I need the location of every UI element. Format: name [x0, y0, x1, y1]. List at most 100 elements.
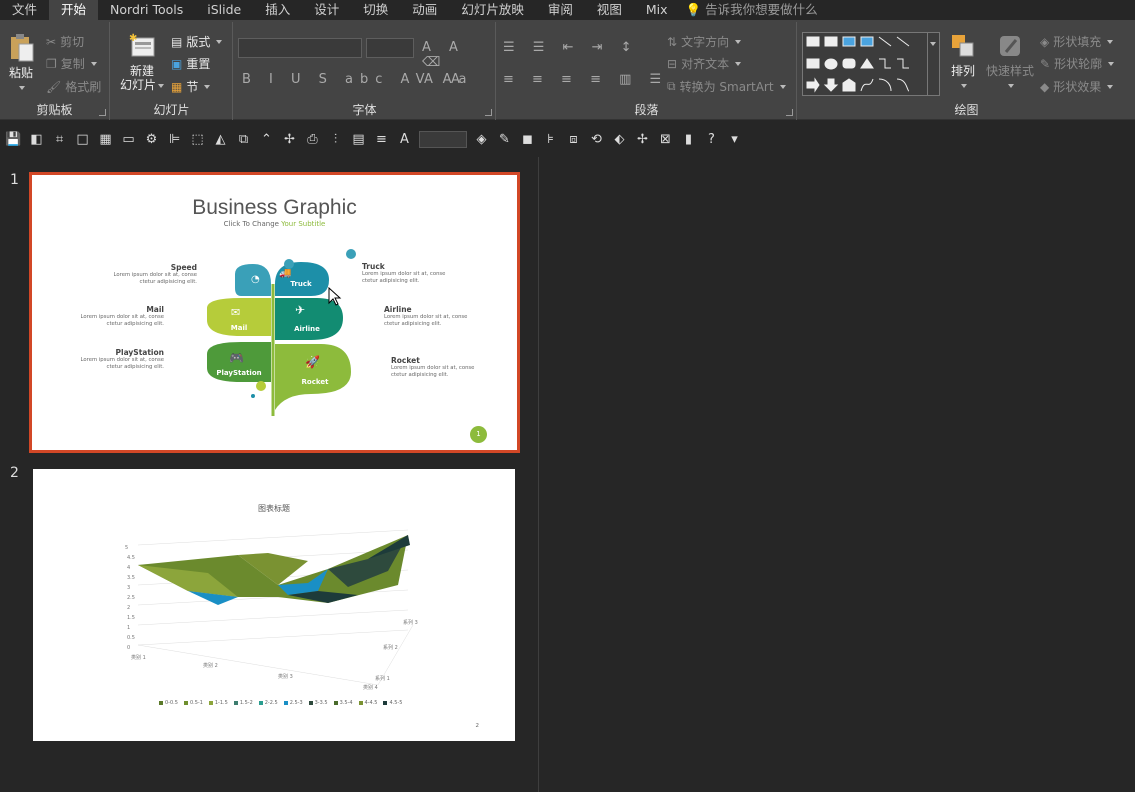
blank-shape-icon[interactable]: □ [74, 131, 91, 148]
smartart-label: 转换为 SmartArt [679, 80, 774, 94]
svg-text:✉: ✉ [231, 306, 240, 319]
cut-label: 剪切 [60, 35, 85, 49]
legend-entry: 0-0.5 [159, 700, 178, 706]
text-direction-button[interactable]: ⇅ 文字方向 [667, 33, 742, 50]
tab-5[interactable]: 设计 [302, 0, 351, 20]
shape-triangle-icon[interactable]: ◭ [212, 131, 229, 148]
cross-icon[interactable]: ✢ [281, 131, 298, 148]
leaf-label-airline: Airline [294, 325, 320, 333]
tab-11[interactable]: Mix [634, 0, 680, 20]
slide-page-number: 1 [470, 426, 487, 443]
align-text-label: 对齐文本 [681, 57, 730, 71]
formula-icon[interactable]: ⊠ [657, 131, 674, 148]
align-objects-icon[interactable]: ⊧ [542, 131, 559, 148]
tab-10[interactable]: 视图 [585, 0, 634, 20]
rotate-icon[interactable]: ⟲ [588, 131, 605, 148]
slides-group-label: 幻灯片 [153, 103, 190, 117]
reset-button[interactable]: ▣ 重置 [171, 55, 210, 72]
legend-entry: 1-1.5 [208, 700, 228, 706]
new-slide-icon: ✱ [129, 33, 155, 57]
text-box-icon[interactable]: ▭ [120, 131, 137, 148]
text-frame-icon[interactable]: ▤ [350, 131, 367, 148]
paragraph-launcher[interactable] [786, 109, 793, 116]
cross-icon[interactable]: ✢ [634, 131, 651, 148]
crop-icon[interactable]: ⌗ [51, 131, 68, 148]
clipboard-group-label: 剪贴板 [36, 103, 73, 117]
clipboard-launcher[interactable] [99, 109, 106, 116]
align-text-button[interactable]: ⊟ 对齐文本 [667, 55, 742, 72]
arrange-label: 排列 [950, 64, 975, 78]
shapes-gallery[interactable] [802, 32, 940, 96]
slide-view-icon[interactable]: ◧ [28, 131, 45, 148]
shape-fill-button[interactable]: ◈ 形状填充 [1040, 33, 1114, 50]
item-description: Lorem ipsum dolor sit at, conse ctetur a… [391, 365, 475, 378]
tab-2[interactable]: Nordri Tools [98, 0, 195, 20]
brush-icon: 🖌 [46, 79, 62, 94]
distribute-icon[interactable]: ⫶ [327, 131, 344, 148]
item-description: Lorem ipsum dolor sit at, conse ctetur a… [384, 314, 468, 327]
font-color-icon[interactable]: A [396, 131, 413, 148]
font-size-controls: A A ⌫ [422, 40, 465, 70]
tab-8[interactable]: 幻灯片放映 [449, 0, 536, 20]
section-button[interactable]: ▦ 节 [171, 78, 211, 95]
tab-3[interactable]: iSlide [195, 0, 253, 20]
svg-text:◔: ◔ [251, 274, 260, 285]
resize-icon[interactable]: ⬚ [189, 131, 206, 148]
font-launcher[interactable] [485, 109, 492, 116]
shape-effects-icon: ◆ [1040, 79, 1050, 94]
reset-label: 重置 [186, 57, 211, 71]
fill-color-icon[interactable]: ▦ [97, 131, 114, 148]
legend-entry: 3-3.5 [308, 700, 328, 706]
save-icon[interactable]: 💾 [5, 131, 22, 148]
font-size-box[interactable] [419, 130, 467, 148]
smartart-button[interactable]: ⧉ 转换为 SmartArt [667, 78, 786, 95]
subtitle-prefix: Click To Change [223, 220, 282, 228]
panel-divider[interactable] [538, 157, 539, 792]
drawing-group-label: 绘图 [954, 103, 979, 117]
animation-icon[interactable]: ⚙ [143, 131, 160, 148]
customize-qat-icon[interactable]: ▾ [726, 131, 743, 148]
tab-1[interactable]: 开始 [49, 0, 99, 20]
arrange-button[interactable]: 排列 [946, 32, 980, 92]
font-size-select[interactable] [366, 38, 414, 58]
slide-title: Business Graphic [192, 196, 357, 219]
group-icon[interactable]: ⧉ [235, 131, 252, 148]
pencil-icon[interactable]: ✎ [496, 131, 513, 148]
photo-icon[interactable]: ⎙ [304, 131, 321, 148]
tell-me-search[interactable]: 💡 告诉我你想要做什么 [680, 0, 830, 20]
chart-icon[interactable]: ▮ [680, 131, 697, 148]
tab-6[interactable]: 切换 [351, 0, 400, 20]
cut-button[interactable]: ✂ 剪切 [46, 33, 84, 50]
legend-entry: 2.5-3 [283, 700, 303, 706]
font-family-select[interactable] [238, 38, 362, 58]
tab-7[interactable]: 动画 [400, 0, 449, 20]
item-label: Mail [146, 305, 164, 314]
paint-bucket-icon[interactable]: ◈ [473, 131, 490, 148]
paste-button[interactable]: 粘贴 [4, 32, 38, 94]
tab-4[interactable]: 插入 [253, 0, 302, 20]
tab-9[interactable]: 审阅 [536, 0, 585, 20]
lines-icon[interactable]: ≡ [373, 131, 390, 148]
slide-thumbnail-2[interactable]: 图表标题 5 4.5 4 3.5 3 2.5 2 1.5 1 0.5 0 类别 1 类别 2 类别 3类… [33, 469, 515, 741]
font-color-controls: A A [424, 72, 467, 87]
tab-0[interactable]: 文件 [0, 0, 49, 20]
legend-entry: 0.5-1 [183, 700, 203, 706]
slide-thumbnail-1[interactable]: Business Graphic Click To Change Your Su… [29, 172, 520, 453]
shape-effects-button[interactable]: ◆ 形状效果 [1040, 78, 1114, 95]
svg-text:🚚: 🚚 [279, 268, 291, 279]
help-icon[interactable]: ? [703, 131, 720, 148]
quick-styles-icon [1000, 36, 1020, 56]
shape-outline-button[interactable]: ✎ 形状轮廓 [1040, 55, 1115, 72]
tag-icon[interactable]: ⬖ [611, 131, 628, 148]
align-left-icon[interactable]: ⊫ [166, 131, 183, 148]
camera-icon[interactable]: ◼ [519, 131, 536, 148]
layout-button[interactable]: ▤ 版式 [171, 33, 223, 50]
format-painter-button[interactable]: 🖌 格式刷 [46, 78, 101, 95]
quick-styles-button[interactable]: 快速样式 [984, 32, 1036, 92]
chevron-up-icon[interactable]: ⌃ [258, 131, 275, 148]
new-slide-button[interactable]: ✱ 新建 幻灯片 [115, 32, 169, 92]
copy-button[interactable]: ❐ 复制 [46, 55, 97, 72]
x-category-label: 类别 1 [131, 655, 146, 661]
layers-icon[interactable]: ⧈ [565, 131, 582, 148]
slide-page-number: 2 [475, 723, 480, 729]
